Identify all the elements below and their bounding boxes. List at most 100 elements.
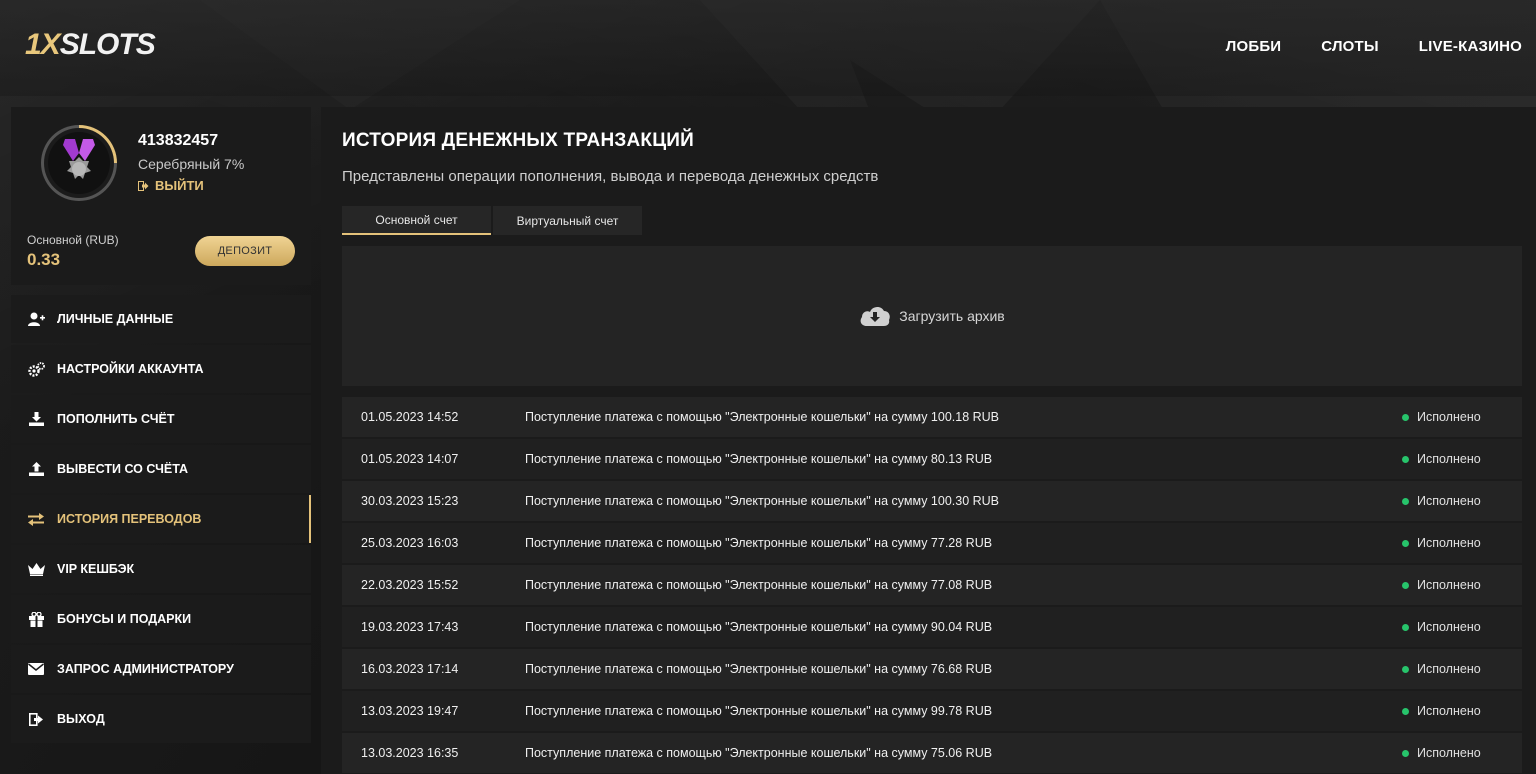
tab-virtual-account[interactable]: Виртуальный счет	[493, 206, 642, 235]
sidebar-item-label: ЛИЧНЫЕ ДАННЫЕ	[57, 312, 174, 326]
table-row: 30.03.2023 15:23 Поступление платежа с по…	[342, 481, 1522, 521]
transaction-status: Исполнено	[1402, 704, 1522, 718]
table-row: 22.03.2023 15:52 Поступление платежа с по…	[342, 565, 1522, 605]
balance-label: Основной (RUB)	[27, 233, 119, 247]
deposit-button[interactable]: ДЕПОЗИТ	[195, 236, 295, 266]
sidebar-item-label: БОНУСЫ И ПОДАРКИ	[57, 612, 192, 626]
profile-card: 413832457 Серебряный 7% ВЫЙТИ Основной (…	[11, 107, 311, 285]
transaction-status: Исполнено	[1402, 620, 1522, 634]
table-row: 16.03.2023 17:14 Поступление платежа с по…	[342, 649, 1522, 689]
transaction-date: 13.03.2023 16:35	[361, 746, 459, 760]
status-dot-icon	[1402, 455, 1409, 463]
table-row: 13.03.2023 19:47 Поступление платежа с по…	[342, 691, 1522, 731]
tab-main-account[interactable]: Основной счет	[342, 206, 491, 235]
page-title: ИСТОРИЯ ДЕНЕЖНЫХ ТРАНЗАКЦИЙ	[342, 130, 694, 151]
status-label: Исполнено	[1417, 410, 1481, 424]
status-dot-icon	[1402, 413, 1409, 421]
user-id: 413832457	[138, 132, 219, 149]
sidebar-item-bonuses[interactable]: БОНУСЫ И ПОДАРКИ	[11, 595, 311, 643]
gears-icon	[27, 360, 45, 378]
status-label: Исполнено	[1417, 746, 1481, 760]
transaction-date: 16.03.2023 17:14	[361, 662, 459, 676]
transaction-status: Исполнено	[1402, 662, 1522, 676]
sidebar-item-label: ЗАПРОС АДМИНИСТРАТОРУ	[57, 662, 234, 676]
logout-link[interactable]: ВЫЙТИ	[138, 178, 204, 193]
transaction-date: 22.03.2023 15:52	[361, 578, 459, 592]
sidebar-item-label: ВЫВЕСТИ СО СЧЁТА	[57, 462, 189, 476]
transaction-description: Поступление платежа с помощью "Электронн…	[525, 452, 993, 466]
sidebar-item-transfer-history[interactable]: ИСТОРИЯ ПЕРЕВОДОВ	[11, 495, 311, 543]
transaction-status: Исполнено	[1402, 410, 1522, 424]
table-row: 01.05.2023 14:07 Поступление платежа с по…	[342, 439, 1522, 479]
download-icon	[27, 410, 45, 428]
sidebar-item-withdraw[interactable]: ВЫВЕСТИ СО СЧЁТА	[11, 445, 311, 493]
silver-medal-icon	[63, 139, 95, 179]
transaction-description: Поступление платежа с помощью "Электронн…	[525, 578, 993, 592]
logo-part-1: 1X	[25, 28, 61, 61]
status-label: Исполнено	[1417, 704, 1481, 718]
logout-label: ВЫЙТИ	[155, 178, 204, 193]
sidebar-item-vip-cashback[interactable]: VIP КЕШБЭК	[11, 545, 311, 593]
archive-download-area[interactable]: Загрузить архив	[342, 246, 1522, 386]
status-dot-icon	[1402, 749, 1409, 757]
transaction-status: Исполнено	[1402, 578, 1522, 592]
sidebar-item-label: VIP КЕШБЭК	[57, 562, 135, 576]
status-label: Исполнено	[1417, 494, 1481, 508]
header: 1X SLOTS ЛОББИ СЛОТЫ LIVE-КАЗИНО	[0, 0, 1536, 96]
avatar	[48, 132, 110, 194]
page-subtitle: Представлены операции пополнения, вывода…	[342, 168, 879, 185]
sidebar-menu: ЛИЧНЫЕ ДАННЫЕ НАСТРОЙКИ АККАУНТА ПОПОЛНИ…	[11, 295, 311, 743]
sidebar-item-admin-request[interactable]: ЗАПРОС АДМИНИСТРАТОРУ	[11, 645, 311, 693]
status-label: Исполнено	[1417, 620, 1481, 634]
user-rank: Серебряный 7%	[138, 156, 245, 172]
table-row: 13.03.2023 16:35 Поступление платежа с по…	[342, 733, 1522, 773]
upload-icon	[27, 460, 45, 478]
transaction-description: Поступление платежа с помощью "Электронн…	[525, 704, 993, 718]
sidebar-item-label: ВЫХОД	[57, 712, 105, 726]
balance-value: 0.33	[27, 250, 61, 269]
account-tabs: Основной счет Виртуальный счет	[342, 206, 642, 235]
nav-lobby[interactable]: ЛОББИ	[1226, 38, 1282, 55]
sidebar-item-exit[interactable]: ВЫХОД	[11, 695, 311, 743]
transaction-description: Поступление платежа с помощью "Электронн…	[525, 410, 1000, 424]
transaction-date: 19.03.2023 17:43	[361, 620, 459, 634]
transaction-date: 13.03.2023 19:47	[361, 704, 459, 718]
logo-part-2: SLOTS	[59, 28, 156, 61]
crown-icon	[27, 560, 45, 578]
transaction-status: Исполнено	[1402, 494, 1522, 508]
transaction-status: Исполнено	[1402, 746, 1522, 760]
sign-out-icon	[138, 180, 149, 191]
transaction-date: 01.05.2023 14:07	[361, 452, 459, 466]
table-row: 19.03.2023 17:43 Поступление платежа с по…	[342, 607, 1522, 647]
table-row: 25.03.2023 16:03 Поступление платежа с по…	[342, 523, 1522, 563]
nav-live-casino[interactable]: LIVE-КАЗИНО	[1419, 38, 1522, 55]
transaction-date: 01.05.2023 14:52	[361, 410, 459, 424]
transaction-status: Исполнено	[1402, 536, 1522, 550]
sign-out-icon	[27, 710, 45, 728]
status-dot-icon	[1402, 497, 1409, 505]
transaction-date: 25.03.2023 16:03	[361, 536, 459, 550]
table-row: 01.05.2023 14:52 Поступление платежа с по…	[342, 397, 1522, 437]
transaction-description: Поступление платежа с помощью "Электронн…	[525, 494, 1000, 508]
sidebar-item-account-settings[interactable]: НАСТРОЙКИ АККАУНТА	[11, 345, 311, 393]
transaction-description: Поступление платежа с помощью "Электронн…	[525, 536, 993, 550]
sidebar-item-personal-data[interactable]: ЛИЧНЫЕ ДАННЫЕ	[11, 295, 311, 343]
transactions-table: 01.05.2023 14:52 Поступление платежа с по…	[342, 397, 1522, 774]
status-dot-icon	[1402, 539, 1409, 547]
cloud-download-icon	[860, 306, 891, 326]
sidebar-item-deposit[interactable]: ПОПОЛНИТЬ СЧЁТ	[11, 395, 311, 443]
envelope-icon	[27, 660, 45, 678]
status-label: Исполнено	[1417, 578, 1481, 592]
status-dot-icon	[1402, 623, 1409, 631]
top-nav: ЛОББИ СЛОТЫ LIVE-КАЗИНО	[1226, 38, 1522, 55]
logo[interactable]: 1X SLOTS	[25, 28, 156, 62]
archive-label: Загрузить архив	[899, 308, 1005, 324]
status-label: Исполнено	[1417, 662, 1481, 676]
gift-icon	[27, 610, 45, 628]
transaction-description: Поступление платежа с помощью "Электронн…	[525, 620, 993, 634]
nav-slots[interactable]: СЛОТЫ	[1321, 38, 1379, 55]
sidebar-item-label: ИСТОРИЯ ПЕРЕВОДОВ	[57, 512, 202, 526]
sidebar-item-label: НАСТРОЙКИ АККАУНТА	[57, 362, 204, 376]
status-label: Исполнено	[1417, 536, 1481, 550]
transaction-status: Исполнено	[1402, 452, 1522, 466]
